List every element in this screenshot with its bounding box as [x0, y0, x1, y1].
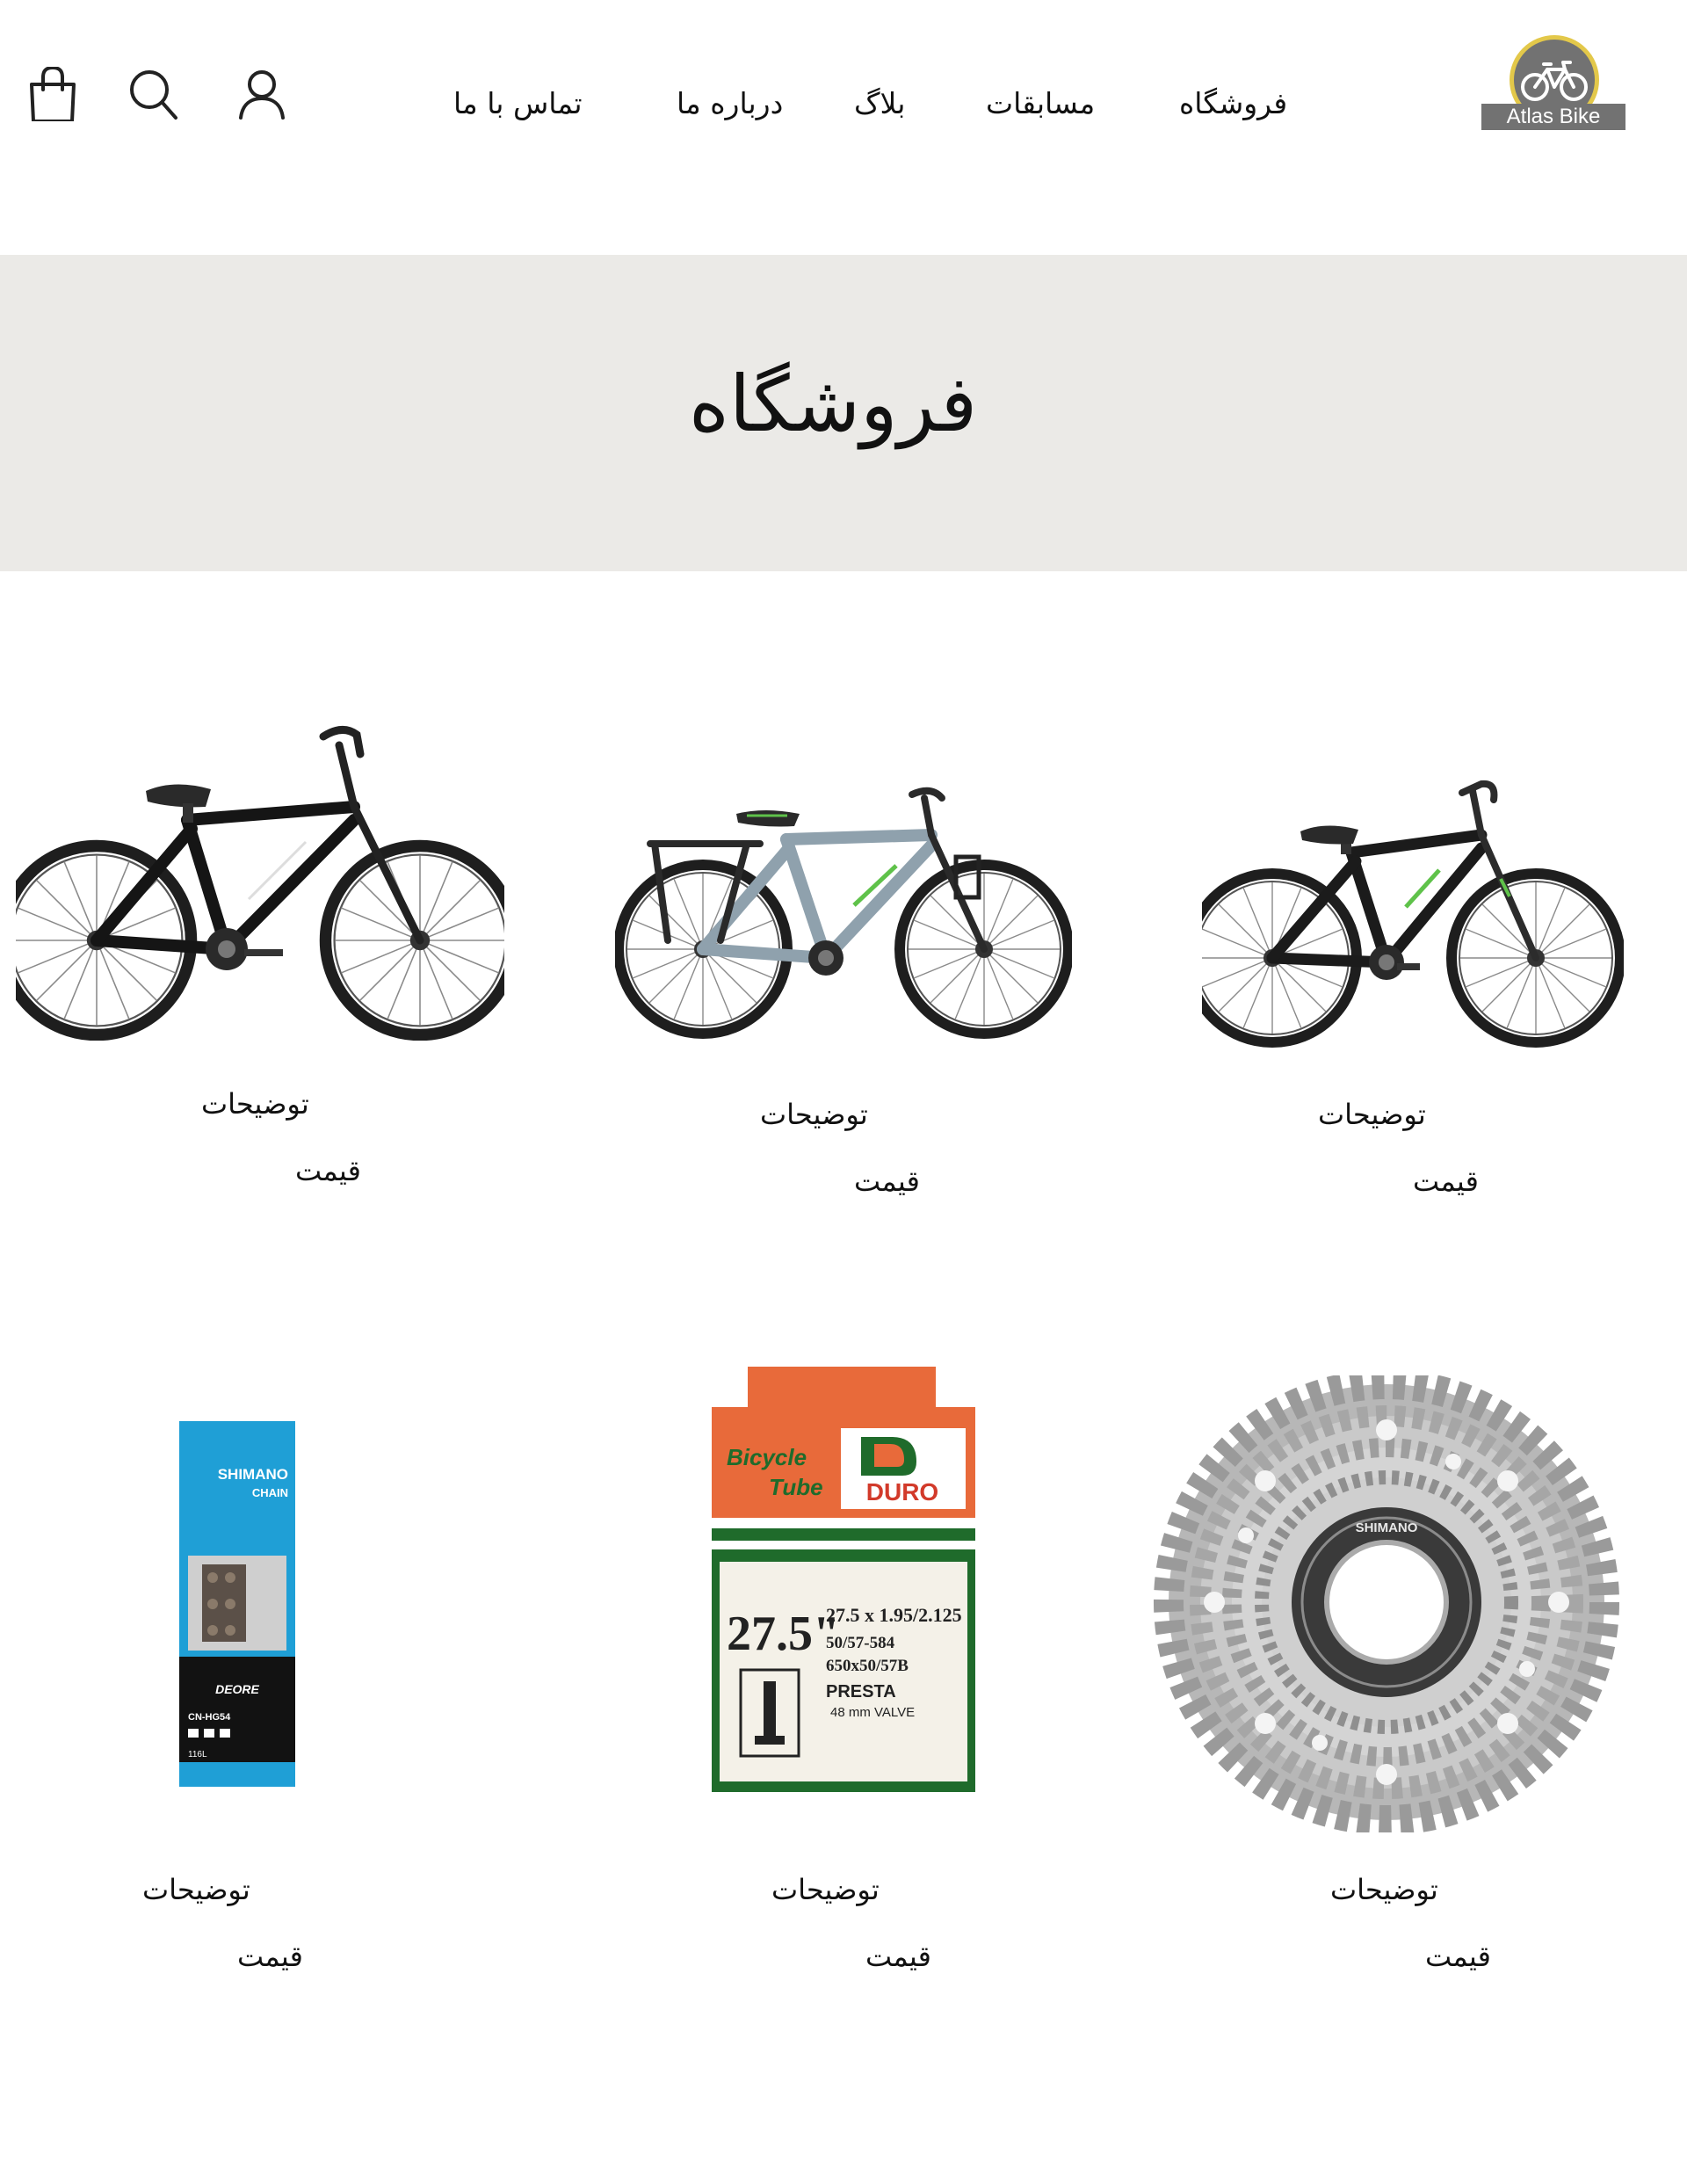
cassette-brand: SHIMANO: [1356, 1520, 1418, 1535]
tube-box-label-1: Bicycle: [727, 1444, 807, 1470]
product-price: قیمت: [295, 1154, 361, 1187]
chain-box-length: 116L: [188, 1750, 207, 1760]
tube-box-valve-size: 48 mm VALVE: [830, 1705, 915, 1720]
atlas-bike-logo[interactable]: Atlas Bike: [1481, 35, 1625, 132]
tube-box-spec-2: 50/57-584: [826, 1634, 895, 1652]
chain-box-type: CHAIN: [252, 1486, 288, 1499]
user-icon[interactable]: [235, 67, 288, 121]
tube-box-valve: PRESTA: [826, 1682, 896, 1701]
product-image-bicycle[interactable]: [16, 719, 504, 1041]
tube-box-size: 27.5": [727, 1607, 840, 1661]
product-price: قیمت: [1413, 1165, 1479, 1198]
chain-box-model: CN-HG54: [188, 1712, 231, 1723]
product-description: توضیحات: [142, 1873, 250, 1906]
product-description: توضیحات: [201, 1087, 309, 1121]
page-title: فروشگاه: [688, 359, 978, 449]
product-price: قیمت: [237, 1940, 303, 1973]
tube-box-spec-3: 650x50/57B: [826, 1657, 909, 1675]
nav-link-about[interactable]: درباره ما: [677, 84, 783, 123]
product-price: قیمت: [854, 1165, 920, 1198]
site-header: Atlas Bike فروشگاه مسابقات بلاگ درباره م…: [0, 0, 1687, 255]
product-image-cassette[interactable]: SHIMANO: [1114, 1375, 1659, 1832]
product-price: قیمت: [865, 1940, 931, 1973]
logo-text: Atlas Bike: [1481, 104, 1625, 130]
tube-box-spec-1: 27.5 x 1.95/2.125: [826, 1604, 962, 1626]
product-image-tube-box[interactable]: Bicycle Tube DURO 27.5" 27.5 x 1.95/2.12…: [707, 1367, 980, 1793]
product-description: توضیحات: [760, 1098, 868, 1131]
product-description: توضیحات: [771, 1873, 880, 1906]
bicycle-icon: [1521, 61, 1588, 101]
search-icon[interactable]: [127, 67, 179, 121]
product-image-chain-box[interactable]: SHIMANO CHAIN DEORE CN-HG54 116L: [176, 1419, 299, 1789]
shopping-bag-icon[interactable]: [26, 65, 79, 123]
page-banner: فروشگاه: [0, 255, 1687, 571]
chain-box-series: DEORE: [215, 1682, 259, 1696]
product-description: توضیحات: [1318, 1098, 1426, 1131]
chain-box-brand: SHIMANO: [218, 1466, 288, 1483]
nav-link-blog[interactable]: بلاگ: [854, 84, 905, 123]
product-image-bicycle[interactable]: [615, 773, 1072, 1046]
nav-link-shop[interactable]: فروشگاه: [1179, 84, 1287, 123]
product-description: توضیحات: [1330, 1873, 1438, 1906]
product-price: قیمت: [1425, 1940, 1491, 1973]
product-image-bicycle[interactable]: [1202, 765, 1624, 1055]
tube-box-label-2: Tube: [769, 1474, 823, 1500]
nav-link-contact[interactable]: تماس با ما: [453, 84, 583, 123]
tube-box-brand: DURO: [866, 1478, 938, 1506]
nav-link-competitions[interactable]: مسابقات: [986, 84, 1095, 123]
